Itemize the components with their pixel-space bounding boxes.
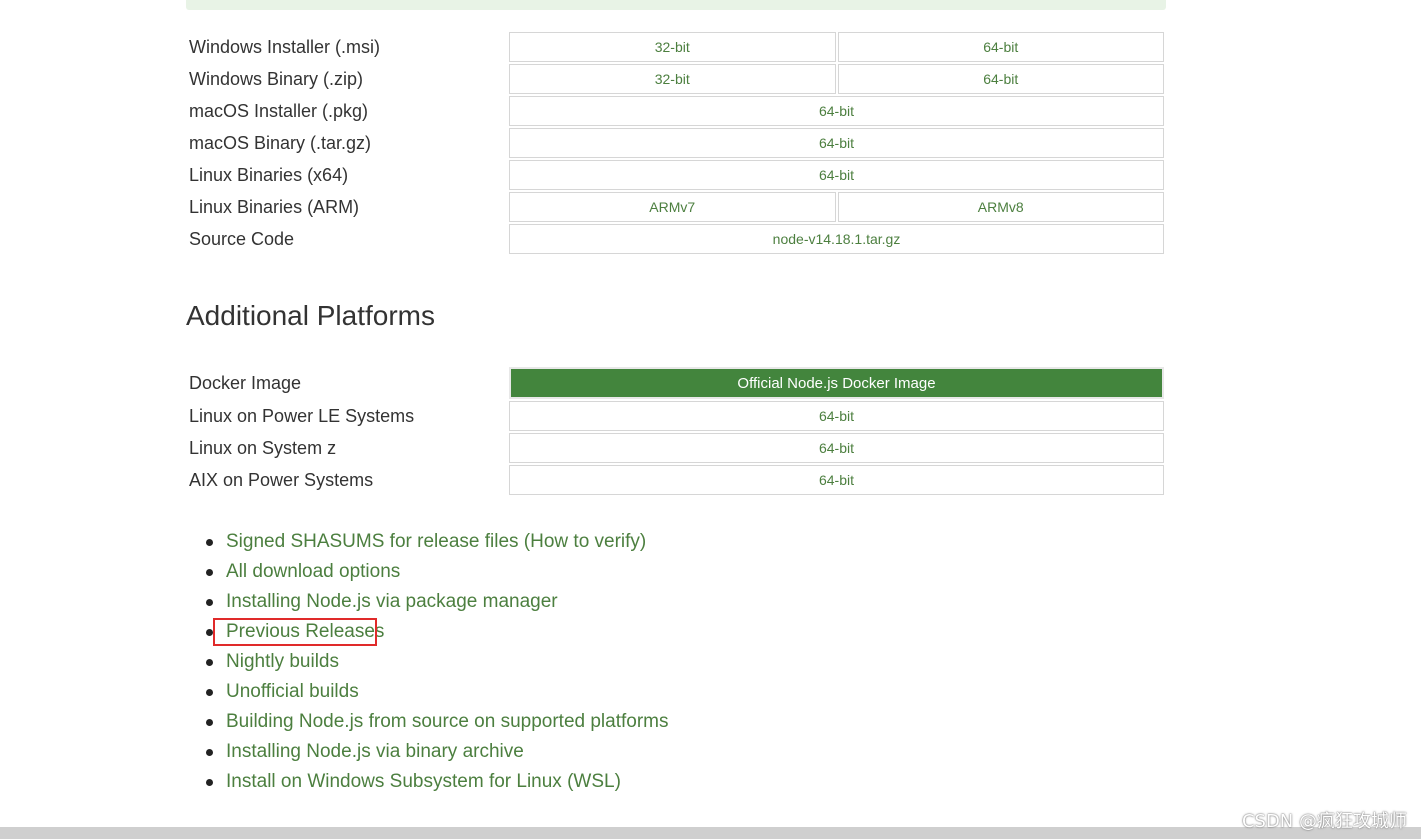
download-link-windows-binary-zip-32-bit[interactable]: 32-bit (509, 64, 836, 94)
download-row-label: macOS Binary (.tar.gz) (189, 132, 372, 153)
downloads-table: Windows Installer (.msi) 32-bit 64-bit Wind… (186, 30, 1166, 256)
download-row-windows-installer-msi: Windows Installer (.msi) 32-bit 64-bit (188, 32, 1164, 62)
download-link-aix-on-power-systems-64-bit[interactable]: 64-bit (509, 465, 1164, 495)
list-item: Installing Node.js via binary archive (206, 737, 669, 767)
link-installing-node-js-via-package-manager[interactable]: Installing Node.js via package manager (226, 591, 558, 612)
download-row-label: Windows Installer (.msi) (189, 36, 381, 57)
link-building-node-js-from-source-on-supported-platforms[interactable]: Building Node.js from source on supporte… (226, 711, 669, 732)
download-row-docker-image: Docker Image Official Node.js Docker Imag… (188, 367, 1164, 399)
link-unofficial-builds[interactable]: Unofficial builds (226, 681, 359, 702)
additional-platforms-table: Docker Image Official Node.js Docker Imag… (186, 365, 1166, 497)
download-link-linux-on-system-z-64-bit[interactable]: 64-bit (509, 433, 1164, 463)
list-item: Install on Windows Subsystem for Linux (… (206, 767, 669, 797)
download-row-aix-on-power-systems: AIX on Power Systems 64-bit (188, 465, 1164, 495)
bottom-scrollbar (0, 827, 1421, 839)
link-signed-shasums-for-release-files-how-to-verify[interactable]: Signed SHASUMS for release files (How to… (226, 531, 646, 552)
download-row-windows-binary-zip: Windows Binary (.zip) 32-bit 64-bit (188, 64, 1164, 94)
resource-links-list: Signed SHASUMS for release files (How to… (186, 527, 669, 797)
list-item: Unofficial builds (206, 677, 669, 707)
download-row-linux-on-power-le-systems: Linux on Power LE Systems 64-bit (188, 401, 1164, 431)
download-row-label: Windows Binary (.zip) (189, 68, 364, 89)
list-item: Installing Node.js via package manager (206, 587, 669, 617)
list-item: Previous Releases (206, 617, 669, 647)
download-row-linux-binaries-x64: Linux Binaries (x64) 64-bit (188, 160, 1164, 190)
download-link-linux-on-power-le-systems-64-bit[interactable]: 64-bit (509, 401, 1164, 431)
download-link-linux-binaries-arm-armv8[interactable]: ARMv8 (837, 192, 1164, 222)
additional-platforms-heading: Additional Platforms (186, 300, 436, 331)
download-link-linux-binaries-arm-armv7[interactable]: ARMv7 (509, 192, 836, 222)
link-install-on-windows-subsystem-for-linux-wsl[interactable]: Install on Windows Subsystem for Linux (… (226, 771, 621, 792)
link-nightly-builds[interactable]: Nightly builds (226, 651, 339, 672)
list-item: Building Node.js from source on supporte… (206, 707, 669, 737)
download-link-windows-installer-msi-32-bit[interactable]: 32-bit (509, 32, 836, 62)
watermark: CSDN @疯狂攻城师 (1241, 811, 1407, 832)
download-row-label: Linux Binaries (x64) (189, 164, 349, 185)
list-item: Nightly builds (206, 647, 669, 677)
download-row-macos-installer-pkg: macOS Installer (.pkg) 64-bit (188, 96, 1164, 126)
link-installing-node-js-via-binary-archive[interactable]: Installing Node.js via binary archive (226, 741, 524, 762)
list-item: All download options (206, 557, 669, 587)
download-link-source-code-node-v14-18-1-tar-gz[interactable]: node-v14.18.1.tar.gz (509, 224, 1164, 254)
download-row-label: Linux on Power LE Systems (189, 405, 415, 426)
download-link-windows-installer-msi-64-bit[interactable]: 64-bit (837, 32, 1164, 62)
top-banner (186, 0, 1166, 10)
page: Windows Installer (.msi) 32-bit 64-bit Wind… (0, 0, 1421, 839)
download-row-label: Linux on System z (189, 437, 337, 458)
download-row-label: Docker Image (189, 372, 302, 393)
download-row-linux-on-system-z: Linux on System z 64-bit (188, 433, 1164, 463)
download-row-macos-binary-tar-gz: macOS Binary (.tar.gz) 64-bit (188, 128, 1164, 158)
download-row-label: macOS Installer (.pkg) (189, 100, 369, 121)
download-link-docker-image-official-node-js-docker-image[interactable]: Official Node.js Docker Image (509, 367, 1164, 399)
download-link-windows-binary-zip-64-bit[interactable]: 64-bit (837, 64, 1164, 94)
download-row-source-code: Source Code node-v14.18.1.tar.gz (188, 224, 1164, 254)
list-item: Signed SHASUMS for release files (How to… (206, 527, 669, 557)
download-row-label: Source Code (189, 228, 295, 249)
download-row-label: AIX on Power Systems (189, 469, 374, 490)
download-link-linux-binaries-x64-64-bit[interactable]: 64-bit (509, 160, 1164, 190)
download-link-macos-binary-tar-gz-64-bit[interactable]: 64-bit (509, 128, 1164, 158)
highlight-annotation-box (213, 618, 377, 646)
download-link-macos-installer-pkg-64-bit[interactable]: 64-bit (509, 96, 1164, 126)
download-row-linux-binaries-arm: Linux Binaries (ARM) ARMv7 ARMv8 (188, 192, 1164, 222)
link-all-download-options[interactable]: All download options (226, 561, 400, 582)
download-row-label: Linux Binaries (ARM) (189, 196, 360, 217)
